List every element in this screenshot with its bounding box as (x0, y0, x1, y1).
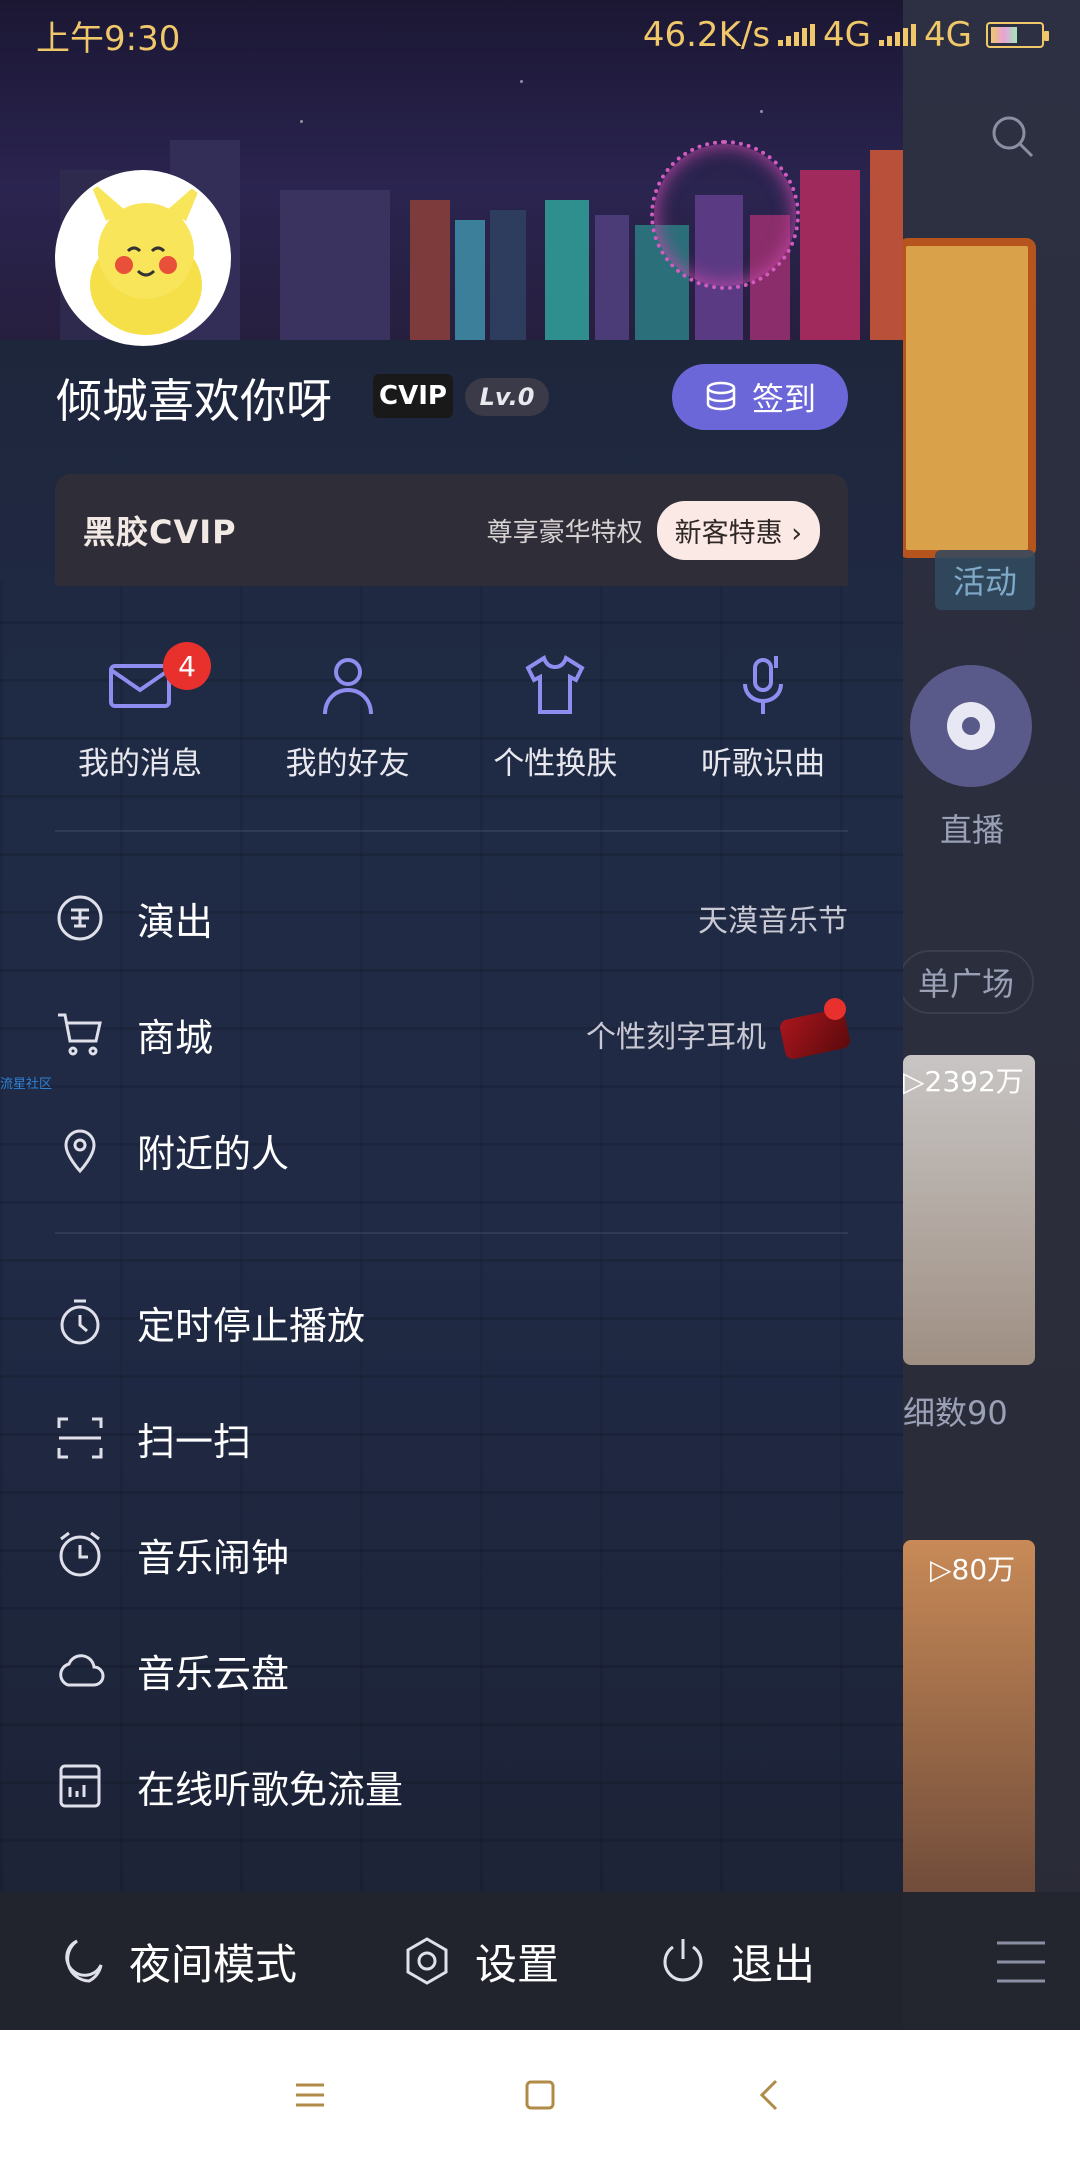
community-tag: 流星社区 (0, 1077, 53, 1092)
my-friends-button[interactable]: 我的好友 (263, 650, 433, 783)
avatar-image (58, 173, 228, 343)
home-icon[interactable] (520, 2075, 560, 2115)
menu-aux-text: 个性刻字耳机 (586, 1007, 852, 1061)
quick-actions: 4 我的消息 我的好友 个性换肤 听歌识曲 (55, 642, 848, 783)
mini-player[interactable] (903, 1892, 1080, 2030)
back-icon[interactable] (750, 2075, 790, 2115)
menu-item-alarm[interactable]: 音乐闹钟 (55, 1514, 848, 1594)
moon-icon (65, 1939, 103, 1983)
vip-privilege-text: 尊享豪华特权 (486, 517, 643, 548)
network-speed: 46.2K/s (642, 15, 771, 55)
quick-action-label: 我的好友 (285, 746, 410, 782)
signal-icon (879, 24, 917, 46)
menu-aux-label: 个性刻字耳机 (586, 1020, 766, 1055)
friend-icon (322, 658, 373, 715)
play-count: ▷2392万 (903, 1065, 1024, 1098)
menu-item-free-data[interactable]: 在线听歌免流量 (55, 1746, 848, 1826)
mic-note-icon (742, 656, 783, 714)
skin-button[interactable]: 个性换肤 (470, 650, 640, 783)
timer-icon (60, 1299, 100, 1345)
live-icon (947, 702, 995, 750)
logout-label: 退出 (731, 1939, 816, 1989)
playlist-cover[interactable] (903, 1540, 1035, 1900)
my-messages-button[interactable]: 4 我的消息 (55, 642, 225, 783)
settings-label: 设置 (475, 1939, 560, 1989)
menu-aux-text: 天漠音乐节 (698, 896, 848, 940)
network-type: 4G (823, 15, 872, 55)
quick-action-label: 我的消息 (78, 746, 202, 782)
star (520, 80, 523, 83)
menu-label: 音乐云盘 (137, 1651, 290, 1696)
menu-label: 定时停止播放 (137, 1303, 366, 1348)
new-user-promo-button[interactable]: 新客特惠 › (656, 500, 820, 560)
divider (55, 1232, 848, 1234)
new-dot (824, 998, 846, 1020)
gear-icon (406, 1937, 448, 1985)
checkin-label: 签到 (751, 380, 816, 418)
menu-item-sleep-timer[interactable]: 定时停止播放 (55, 1282, 848, 1362)
live-button[interactable] (910, 665, 1032, 787)
play-count: ▷80万 (930, 1553, 1016, 1586)
sim-icon (59, 1764, 101, 1808)
coin-stack-icon (706, 381, 736, 411)
menu-label: 在线听歌免流量 (137, 1767, 404, 1812)
playlist-icon[interactable] (993, 1937, 1049, 1987)
tshirt-icon (525, 654, 585, 714)
side-drawer: 倾城喜欢你呀 CVIP Lv.0 签到 黑胶CVIP 尊享豪华特权 新客特惠 ›… (0, 0, 903, 2030)
menu-aux-label: 天漠音乐节 (698, 904, 848, 939)
status-indicators: 46.2K/s 4G 4G (642, 15, 1049, 55)
quick-action-label: 个性换肤 (493, 746, 618, 782)
scan-icon (57, 1417, 103, 1459)
ticket-icon (57, 895, 103, 941)
night-mode-button[interactable]: 夜间模式 (55, 1931, 297, 1992)
quick-action-label: 听歌识曲 (700, 746, 825, 782)
network-type: 4G (924, 15, 972, 55)
power-icon (663, 1939, 703, 1982)
search-icon[interactable] (988, 112, 1036, 160)
system-nav-bar (0, 2030, 1080, 2160)
playlist-cover[interactable] (903, 1055, 1035, 1365)
cloud-icon (59, 1654, 105, 1687)
menu-label: 附近的人 (137, 1131, 290, 1176)
menu-label: 商城 (137, 1015, 214, 1060)
alarm-icon (59, 1531, 101, 1577)
settings-button[interactable]: 设置 (401, 1931, 559, 1992)
username[interactable]: 倾城喜欢你呀 (56, 365, 332, 431)
menu-label: 音乐闹钟 (137, 1535, 290, 1580)
live-label: 直播 (940, 811, 1005, 849)
menu-item-store[interactable]: 商城 个性刻字耳机 (55, 994, 852, 1074)
ferris-wheel (650, 140, 800, 290)
menu-label: 演出 (137, 899, 214, 944)
menu-label: 扫一扫 (137, 1419, 252, 1464)
banner-card[interactable] (898, 238, 1036, 558)
avatar[interactable] (55, 170, 231, 346)
vip-brand: 黑胶CVIP (83, 513, 237, 551)
cart-icon (58, 1013, 102, 1056)
drawer-bottom-bar: 夜间模式 设置 退出 (0, 1892, 903, 2030)
song-recognition-button[interactable]: 听歌识曲 (678, 650, 848, 783)
divider (55, 830, 848, 832)
signal-icon (778, 24, 816, 46)
location-icon (64, 1129, 96, 1174)
vip-badge[interactable]: CVIP (373, 374, 453, 418)
menu-icon[interactable] (290, 2075, 330, 2115)
menu-item-nearby[interactable]: 附近的人 (55, 1110, 848, 1190)
menu-item-scan[interactable]: 扫一扫 (55, 1398, 848, 1478)
activity-tag: 活动 (935, 550, 1035, 610)
status-bar: 上午9:30 46.2K/s 4G 4G (0, 0, 1080, 70)
night-mode-label: 夜间模式 (129, 1939, 298, 1989)
status-time: 上午9:30 (36, 18, 181, 59)
vip-banner[interactable]: 黑胶CVIP 尊享豪华特权 新客特惠 › (55, 474, 848, 586)
level-badge[interactable]: Lv.0 (465, 378, 549, 416)
logout-button[interactable]: 退出 (657, 1931, 815, 1992)
menu-item-cloud-disk[interactable]: 音乐云盘 (55, 1630, 848, 1710)
playlist-square-button[interactable]: 单广场 (898, 950, 1034, 1014)
menu-item-shows[interactable]: 演出 天漠音乐节 (55, 878, 848, 958)
message-count-badge: 4 (163, 642, 211, 690)
playlist-title: 细数90 (903, 1394, 1008, 1432)
battery-icon (986, 22, 1049, 48)
checkin-button[interactable]: 签到 (672, 364, 848, 430)
